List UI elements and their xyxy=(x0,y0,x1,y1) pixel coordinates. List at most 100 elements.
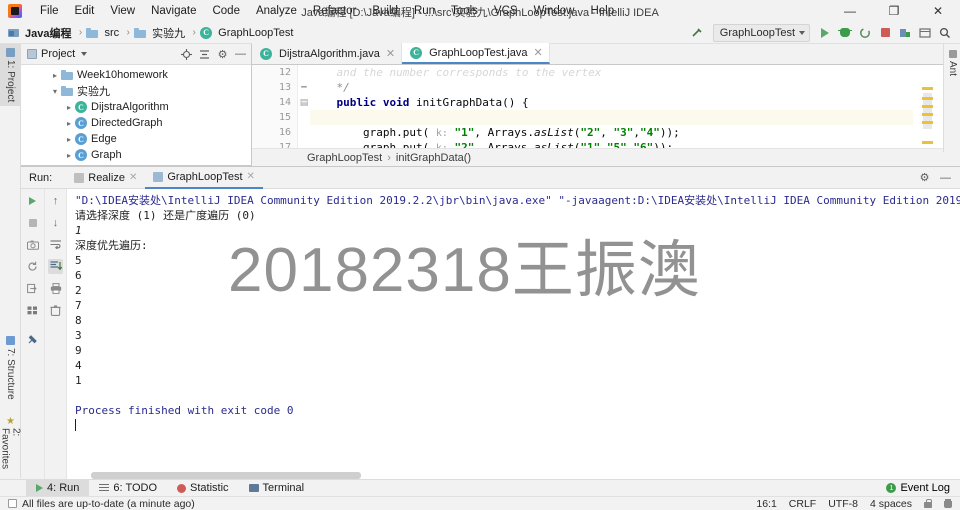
sidebar-item-favorites[interactable]: ★ 2: Favorites xyxy=(0,412,22,478)
tree-item-dijstraalgorithm[interactable]: C DijstraAlgorithm xyxy=(21,99,251,115)
bottom-tab-run[interactable]: 4: Run xyxy=(26,479,90,497)
breadcrumb-class-name[interactable]: GraphLoopTest xyxy=(307,152,382,164)
line-number: 15 xyxy=(278,112,291,123)
menu-analyze[interactable]: Analyze xyxy=(248,2,305,20)
event-log-label: Event Log xyxy=(900,482,950,494)
scroll-to-end-button[interactable] xyxy=(48,259,63,274)
close-icon[interactable]: ✕ xyxy=(247,171,255,182)
menu-window[interactable]: Window xyxy=(526,2,583,20)
caret-position-widget[interactable]: 16:1 xyxy=(756,498,776,510)
console-output[interactable]: "D:\IDEA安装处\IntelliJ IDEA Community Edit… xyxy=(67,189,960,479)
chevron-right-icon[interactable] xyxy=(49,71,61,80)
run-icon[interactable] xyxy=(816,24,834,42)
hide-panel-icon[interactable]: — xyxy=(234,48,247,61)
menu-view[interactable]: View xyxy=(102,2,143,20)
breadcrumb-package[interactable]: 实验九 xyxy=(134,24,188,42)
menu-vcs[interactable]: VCS xyxy=(486,2,526,20)
sidebar-item-structure[interactable]: 7: Structure xyxy=(0,332,21,404)
settings-gear-icon[interactable]: ⚙ xyxy=(216,48,229,61)
tree-item-edge[interactable]: C Edge xyxy=(21,131,251,147)
warning-marker[interactable] xyxy=(922,97,933,100)
fold-marker-method[interactable]: ▤ xyxy=(298,95,310,110)
scroll-down-button[interactable]: ↓ xyxy=(48,215,63,230)
encoding-widget[interactable]: UTF-8 xyxy=(828,498,858,510)
menu-run[interactable]: Run xyxy=(406,2,443,20)
debug-icon[interactable] xyxy=(836,24,854,42)
sidebar-item-project[interactable]: 1: Project xyxy=(0,44,21,107)
hide-panel-icon[interactable]: — xyxy=(939,171,952,184)
tree-item-graph[interactable]: C Graph xyxy=(21,147,251,163)
tab-graphlooptest[interactable]: C GraphLoopTest.java ✕ xyxy=(402,43,550,64)
print-button[interactable] xyxy=(48,281,63,296)
breadcrumb-method-name[interactable]: initGraphData() xyxy=(396,152,471,164)
chevron-right-icon[interactable] xyxy=(63,151,75,160)
menu-refactor[interactable]: Refactor xyxy=(305,2,364,20)
chevron-right-icon[interactable] xyxy=(63,135,75,144)
chevron-right-icon[interactable] xyxy=(63,103,75,112)
stop-button[interactable] xyxy=(25,215,40,230)
clear-all-button[interactable] xyxy=(48,303,63,318)
sidebar-item-ant[interactable]: Ant xyxy=(947,44,958,76)
menu-navigate[interactable]: Navigate xyxy=(143,2,204,20)
rerun-button[interactable] xyxy=(25,193,40,208)
close-icon[interactable]: ✕ xyxy=(386,47,395,60)
menu-file[interactable]: File xyxy=(32,2,67,20)
layout-button[interactable] xyxy=(25,303,40,318)
soft-wrap-button[interactable] xyxy=(48,237,63,252)
menu-tools[interactable]: Tools xyxy=(443,2,486,20)
run-configuration-selector[interactable]: GraphLoopTest xyxy=(712,23,810,42)
menu-edit[interactable]: Edit xyxy=(67,2,103,20)
minimize-button[interactable]: — xyxy=(828,0,872,22)
fold-marker xyxy=(298,125,310,140)
warning-marker[interactable] xyxy=(922,113,933,116)
menu-help[interactable]: Help xyxy=(582,2,622,20)
chevron-right-icon[interactable] xyxy=(63,119,75,128)
tree-item-shiyanjiu[interactable]: 实验九 xyxy=(21,83,251,99)
bottom-tab-todo[interactable]: 6: TODO xyxy=(89,480,167,497)
tree-item-week10homework[interactable]: Week10homework xyxy=(21,67,251,83)
run-tab-realize[interactable]: Realize ✕ xyxy=(66,167,145,189)
warning-marker[interactable] xyxy=(922,141,933,144)
locate-file-icon[interactable] xyxy=(180,48,193,61)
lock-icon[interactable] xyxy=(924,499,932,508)
update-project-icon[interactable] xyxy=(896,24,914,42)
collapse-all-icon[interactable] xyxy=(198,48,211,61)
fold-marker-comment-end[interactable]: ━ xyxy=(298,80,310,95)
build-hammer-icon[interactable] xyxy=(689,24,707,42)
stop-icon[interactable] xyxy=(876,24,894,42)
menu-code[interactable]: Code xyxy=(204,2,248,20)
menu-build[interactable]: Build xyxy=(364,2,406,20)
tab-dijstraalgorithm[interactable]: C DijstraAlgorithm.java ✕ xyxy=(252,43,403,64)
trash-icon[interactable] xyxy=(944,499,952,508)
breadcrumb-class[interactable]: C GraphLoopTest xyxy=(200,26,296,40)
chevron-down-icon[interactable] xyxy=(81,52,88,56)
screenshot-button[interactable] xyxy=(25,237,40,252)
console-horizontal-scrollbar[interactable] xyxy=(91,472,361,479)
warning-marker[interactable] xyxy=(922,105,933,108)
run-tab-graphlooptest[interactable]: GraphLoopTest ✕ xyxy=(145,167,263,189)
close-button[interactable]: ✕ xyxy=(916,0,960,22)
line-separator-widget[interactable]: CRLF xyxy=(789,498,816,510)
warning-marker[interactable] xyxy=(922,87,933,90)
breadcrumb-src[interactable]: src xyxy=(86,26,122,40)
chevron-down-icon[interactable] xyxy=(49,87,61,96)
scroll-up-button[interactable]: ↑ xyxy=(48,193,63,208)
pin-tab-button[interactable] xyxy=(25,331,40,346)
breadcrumb-module[interactable]: Java编程 xyxy=(8,24,74,42)
event-log-button[interactable]: 1 Event Log xyxy=(886,482,960,494)
warning-marker[interactable] xyxy=(922,121,933,124)
close-icon[interactable]: ✕ xyxy=(129,172,137,183)
tree-item-graphlooptest[interactable]: C GraphLoopTest xyxy=(21,163,251,165)
indent-widget[interactable]: 4 spaces xyxy=(870,498,912,510)
maximize-button[interactable]: ❐ xyxy=(872,0,916,22)
search-everywhere-icon[interactable] xyxy=(936,24,954,42)
tree-item-directedgraph[interactable]: C DirectedGraph xyxy=(21,115,251,131)
bottom-tab-statistic[interactable]: Statistic xyxy=(167,480,239,497)
run-with-coverage-icon[interactable] xyxy=(856,24,874,42)
rerun-failed-button[interactable] xyxy=(25,259,40,274)
bottom-tab-terminal[interactable]: Terminal xyxy=(239,480,315,497)
export-button[interactable] xyxy=(25,281,40,296)
settings-gear-icon[interactable]: ⚙ xyxy=(918,171,931,184)
open-settings-icon[interactable] xyxy=(916,24,934,42)
close-icon[interactable]: ✕ xyxy=(534,46,543,59)
